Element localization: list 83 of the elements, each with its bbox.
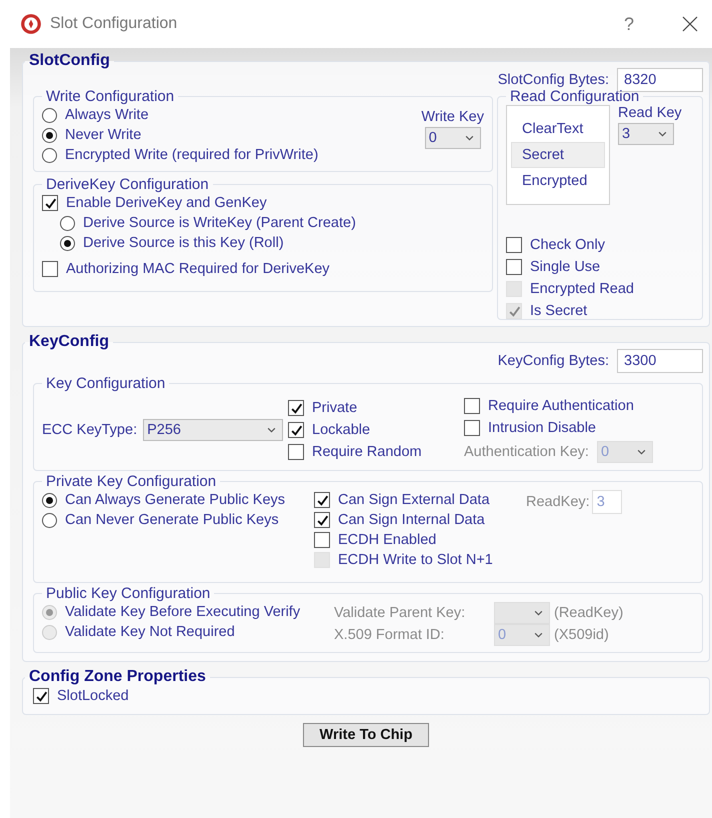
input-field[interactable]: 3300 [617, 349, 703, 373]
list-item[interactable]: ClearText [511, 116, 605, 142]
radio-label: Derive Source is this Key (Roll) [83, 235, 284, 251]
checkbox-label: Require Random [312, 444, 422, 460]
dropdown[interactable]: P256 [143, 419, 284, 441]
radio-button[interactable] [42, 108, 57, 122]
app-logo-icon [20, 13, 42, 35]
radio-label: Validate Key Before Executing Verify [65, 604, 300, 620]
radio-button[interactable] [42, 148, 57, 162]
radio-label: Encrypted Write (required for PrivWrite) [65, 147, 318, 163]
field-label: Validate Parent Key: [334, 605, 466, 621]
checkbox-label: ECDH Write to Slot N+1 [338, 552, 493, 568]
dropdown[interactable]: 0 [424, 127, 481, 149]
checkbox-label: Intrusion Disable [488, 420, 596, 436]
radio-button[interactable] [42, 128, 57, 142]
checkbox[interactable] [506, 259, 522, 275]
caret-icon [534, 632, 543, 638]
field-suffix: (ReadKey) [554, 605, 624, 621]
section-title: SlotConfig [28, 52, 111, 70]
radio-label: Can Never Generate Public Keys [65, 512, 279, 528]
radio-label: Never Write [65, 127, 142, 143]
checkbox-label: Enable DeriveKey and GenKey [66, 195, 267, 211]
help-button[interactable]: ? [624, 14, 634, 34]
checkbox[interactable] [288, 444, 304, 460]
radio-button[interactable] [60, 216, 75, 230]
checkbox[interactable] [314, 532, 330, 548]
radio-button[interactable] [42, 492, 57, 508]
checkbox[interactable] [33, 688, 49, 704]
list-item[interactable]: Encrypted [511, 168, 605, 194]
group-title: Key Configuration [45, 375, 166, 392]
field-label: ECC KeyType: [42, 422, 138, 438]
checkbox-label: SlotLocked [57, 688, 129, 704]
checkbox-label: Is Secret [530, 303, 588, 319]
group-title: Write Configuration [45, 88, 176, 105]
checkbox[interactable] [506, 237, 522, 253]
field-label: ReadKey: [526, 494, 590, 510]
field-label: Read Key [618, 105, 682, 121]
section-title: Config Zone Properties [28, 668, 207, 686]
field-label: X.509 Format ID: [334, 627, 446, 643]
checkbox-label: Check Only [530, 237, 605, 253]
field-label: Write Key [421, 109, 484, 125]
list-item[interactable]: Secret [511, 142, 605, 168]
checkbox-label: Private [312, 400, 358, 416]
checkbox[interactable] [42, 195, 58, 211]
write-to-chip-button[interactable]: Write To Chip [302, 723, 430, 747]
checkbox[interactable] [288, 422, 304, 438]
checkbox-label: Encrypted Read [530, 281, 634, 297]
window-title: Slot Configuration [50, 15, 178, 33]
radio-button[interactable] [60, 236, 75, 250]
input-field[interactable]: 8320 [617, 68, 703, 92]
checkbox[interactable] [464, 398, 480, 414]
group-title: DeriveKey Configuration [45, 176, 210, 193]
checkbox-label: Can Sign External Data [338, 492, 490, 508]
checkbox-label: Authorizing MAC Required for DeriveKey [66, 261, 330, 277]
group-title: Private Key Configuration [45, 473, 218, 490]
close-icon[interactable] [682, 16, 698, 32]
caret-icon [267, 427, 276, 433]
caret-icon [464, 135, 474, 141]
group-title: Public Key Configuration [45, 585, 212, 602]
radio-label: Validate Key Not Required [65, 624, 235, 640]
radio-label: Can Always Generate Public Keys [65, 492, 286, 508]
checkbox[interactable] [464, 420, 480, 436]
field-suffix: (X509id) [554, 627, 609, 643]
checkbox[interactable] [314, 492, 330, 508]
checkbox-label: Single Use [530, 259, 600, 275]
radio-button[interactable] [42, 512, 57, 528]
checkbox[interactable] [314, 512, 330, 528]
field-label: SlotConfig Bytes: [498, 72, 609, 88]
checkbox-label: Can Sign Internal Data [338, 512, 485, 528]
radio-label: Derive Source is WriteKey (Parent Create) [83, 215, 356, 231]
caret-icon [534, 610, 543, 616]
section-title: KeyConfig [28, 333, 110, 351]
dropdown[interactable]: 3 [618, 123, 674, 145]
checkbox[interactable] [42, 261, 58, 277]
checkbox-label: ECDH Enabled [338, 532, 436, 548]
checkbox[interactable] [288, 400, 304, 416]
radio-label: Always Write [65, 107, 149, 123]
checkbox-label: Require Authentication [488, 398, 634, 414]
checkbox-label: Lockable [312, 422, 370, 438]
field-label: Authentication Key: [464, 444, 589, 460]
caret-icon [636, 449, 646, 455]
field-label: KeyConfig Bytes: [498, 353, 609, 369]
caret-icon [658, 131, 667, 137]
